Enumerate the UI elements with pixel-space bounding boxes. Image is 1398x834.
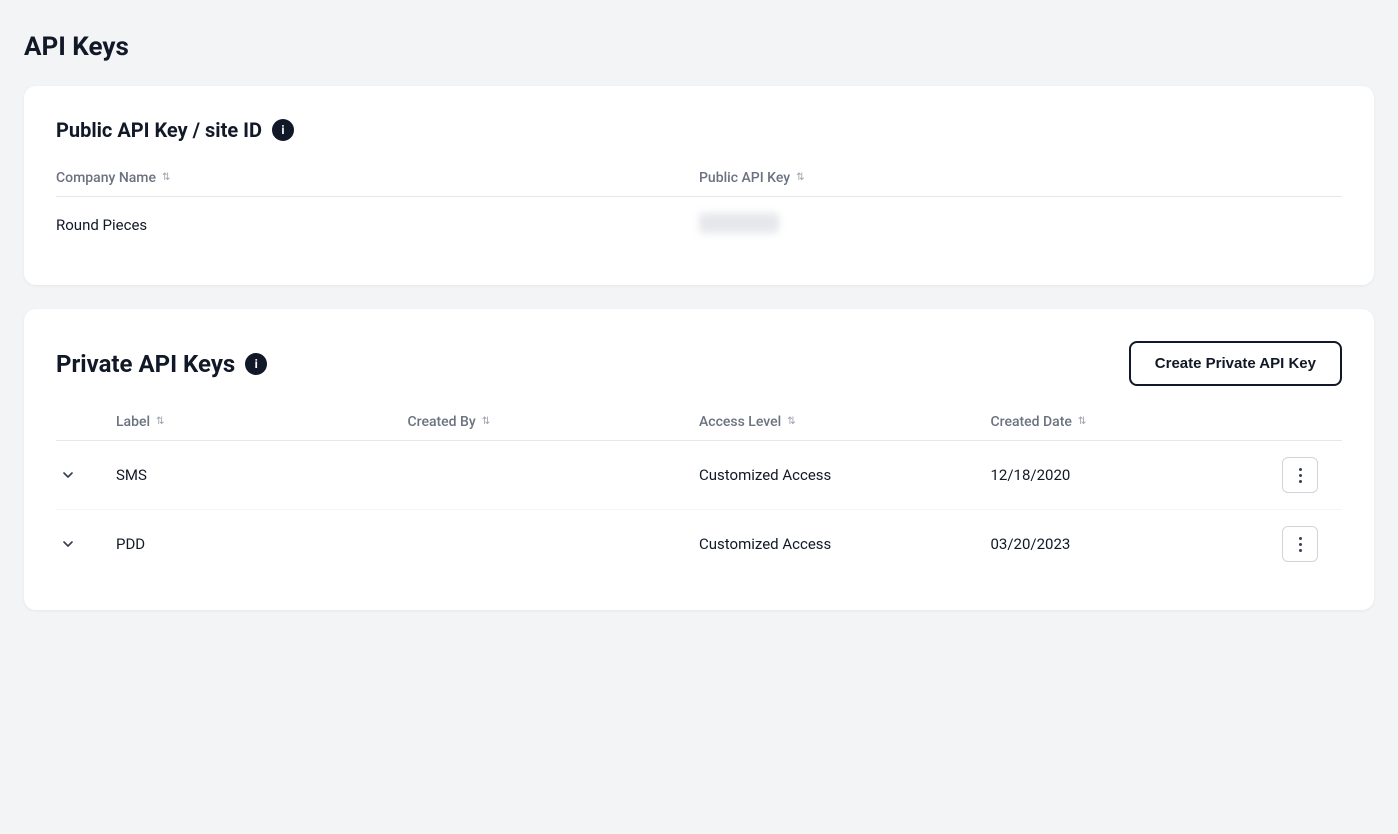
table-row: PDD Customized Access 03/20/2023 bbox=[56, 510, 1342, 578]
expand-cell-sms bbox=[56, 463, 116, 487]
chevron-down-icon bbox=[60, 536, 76, 552]
expand-col-header bbox=[56, 414, 116, 430]
created-date-col-header[interactable]: Created Date ⇅ bbox=[991, 414, 1283, 430]
three-dots-icon bbox=[1299, 468, 1302, 483]
private-api-keys-table: Label ⇅ Created By ⇅ Access Level ⇅ Crea… bbox=[56, 414, 1342, 578]
private-api-keys-info-icon[interactable]: i bbox=[245, 353, 267, 375]
created-by-col-header[interactable]: Created By ⇅ bbox=[408, 414, 700, 430]
label-col-header[interactable]: Label ⇅ bbox=[116, 414, 408, 430]
label-col-label: Label bbox=[116, 414, 150, 430]
company-name-cell: Round Pieces bbox=[56, 216, 699, 234]
label-cell-sms: SMS bbox=[116, 466, 408, 484]
three-dots-icon bbox=[1299, 537, 1302, 552]
more-actions-sms-button[interactable] bbox=[1282, 457, 1318, 493]
created-by-col-label: Created By bbox=[408, 414, 476, 430]
private-api-keys-card: Private API Keys i Create Private API Ke… bbox=[24, 309, 1374, 610]
public-api-key-col-label: Public API Key bbox=[699, 170, 790, 186]
public-api-key-table-header: Company Name ⇅ Public API Key ⇅ bbox=[56, 170, 1342, 197]
public-api-key-header: Public API Key / site ID i bbox=[56, 118, 1342, 142]
created-date-col-label: Created Date bbox=[991, 414, 1072, 430]
access-level-cell-sms: Customized Access bbox=[699, 466, 991, 484]
public-api-key-info-icon[interactable]: i bbox=[272, 119, 294, 141]
access-level-col-label: Access Level bbox=[699, 414, 781, 430]
company-name-col-label: Company Name bbox=[56, 170, 156, 186]
public-api-key-card: Public API Key / site ID i Company Name … bbox=[24, 86, 1374, 285]
blurred-api-key bbox=[699, 213, 779, 233]
label-cell-pdd: PDD bbox=[116, 535, 408, 553]
more-actions-pdd-button[interactable] bbox=[1282, 526, 1318, 562]
table-row: SMS Customized Access 12/18/2020 bbox=[56, 441, 1342, 510]
page-title: API Keys bbox=[24, 32, 1374, 62]
created-date-sort-icon: ⇅ bbox=[1078, 417, 1086, 427]
created-by-sort-icon: ⇅ bbox=[482, 417, 490, 427]
label-sort-icon: ⇅ bbox=[156, 417, 164, 427]
actions-cell-sms bbox=[1282, 457, 1342, 493]
public-api-key-col-header[interactable]: Public API Key ⇅ bbox=[699, 170, 1342, 186]
access-level-cell-pdd: Customized Access bbox=[699, 535, 991, 553]
access-level-sort-icon: ⇅ bbox=[787, 417, 795, 427]
public-api-key-cell bbox=[699, 213, 1342, 237]
private-api-keys-title-group: Private API Keys i bbox=[56, 350, 267, 378]
table-row: Round Pieces bbox=[56, 197, 1342, 253]
private-api-keys-table-header: Label ⇅ Created By ⇅ Access Level ⇅ Crea… bbox=[56, 414, 1342, 441]
actions-col-header bbox=[1282, 414, 1342, 430]
created-date-cell-pdd: 03/20/2023 bbox=[991, 535, 1283, 553]
public-api-key-table: Company Name ⇅ Public API Key ⇅ Round Pi… bbox=[56, 170, 1342, 253]
chevron-down-icon bbox=[60, 467, 76, 483]
public-api-key-sort-icon: ⇅ bbox=[796, 173, 804, 183]
expand-cell-pdd bbox=[56, 532, 116, 556]
create-private-api-key-button[interactable]: Create Private API Key bbox=[1129, 341, 1342, 386]
public-api-key-title: Public API Key / site ID bbox=[56, 118, 262, 142]
private-api-keys-header: Private API Keys i Create Private API Ke… bbox=[56, 341, 1342, 386]
access-level-col-header[interactable]: Access Level ⇅ bbox=[699, 414, 991, 430]
company-name-sort-icon: ⇅ bbox=[162, 173, 170, 183]
expand-pdd-button[interactable] bbox=[56, 532, 80, 556]
actions-cell-pdd bbox=[1282, 526, 1342, 562]
expand-sms-button[interactable] bbox=[56, 463, 80, 487]
private-api-keys-title: Private API Keys bbox=[56, 350, 235, 378]
company-name-col-header[interactable]: Company Name ⇅ bbox=[56, 170, 699, 186]
created-date-cell-sms: 12/18/2020 bbox=[991, 466, 1283, 484]
